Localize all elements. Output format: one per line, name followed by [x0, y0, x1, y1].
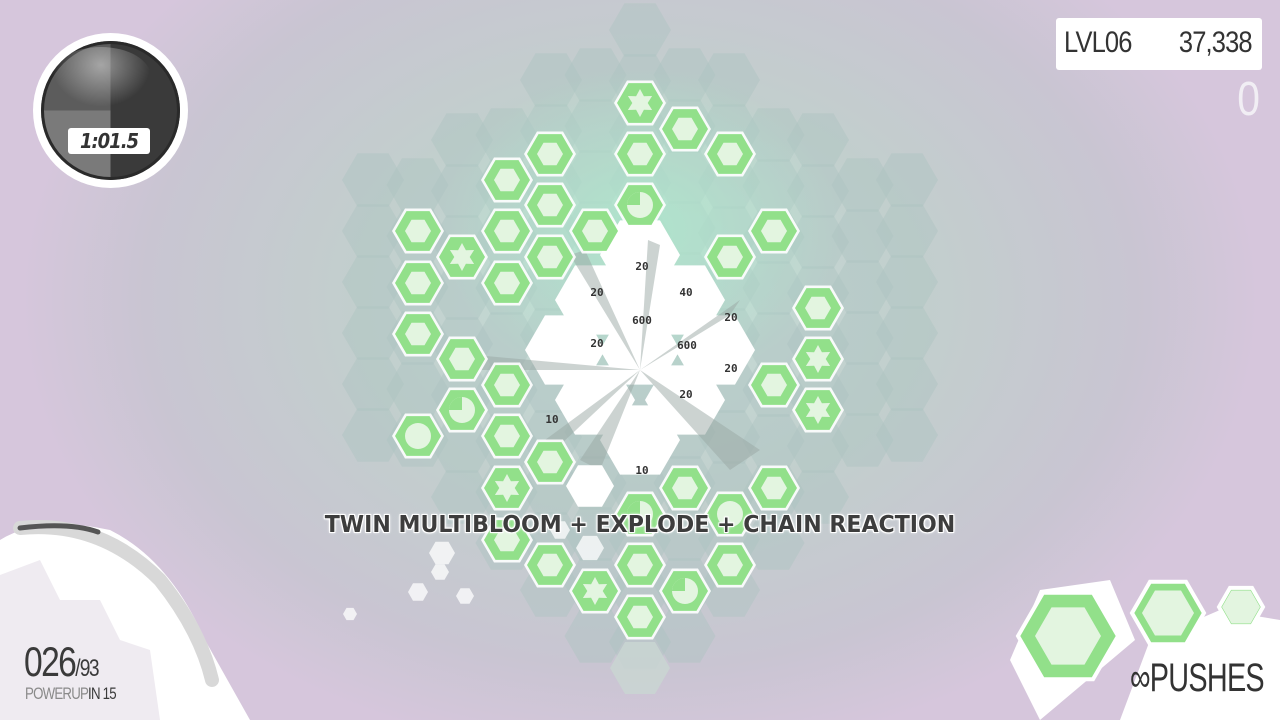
pushes-counter: ∞PUSHES: [1130, 656, 1265, 701]
score-popup: 20: [635, 260, 648, 273]
score-popup: 20: [724, 311, 737, 324]
score-popup: 20: [590, 337, 603, 350]
score-popup: 20: [724, 362, 737, 375]
debris-hex: [408, 583, 428, 601]
debris-hex: [431, 564, 449, 580]
tile-progress: 026/93: [24, 638, 100, 686]
queue-hex-tile: [1129, 579, 1207, 647]
debris-hex: [343, 607, 357, 621]
combo-banner: TWIN MULTIBLOOM + EXPLODE + CHAIN REACTI…: [324, 512, 956, 538]
score-popup: 600: [632, 314, 652, 327]
game-board[interactable]: 20 20 40 20 600 600 20 20 20 10 10: [0, 0, 1280, 720]
powerup-label: POWERUP: [25, 684, 89, 703]
powerup-countdown: POWERUPIN 15: [25, 684, 117, 704]
progress-current: 026: [24, 638, 77, 685]
pushes-label: PUSHES: [1149, 656, 1265, 700]
timer-readout: 1:01.5: [68, 128, 150, 154]
score-panel: LVL06 37,338: [1056, 18, 1262, 70]
infinity-icon: ∞: [1130, 656, 1151, 700]
progress-total: 93: [79, 655, 100, 682]
score-value: 37,338: [1179, 26, 1253, 59]
score-popup: 10: [635, 464, 648, 477]
combo-counter: 0: [1237, 73, 1260, 126]
debris-hex: [456, 588, 474, 604]
score-popup: 600: [677, 339, 697, 352]
score-popup: 20: [590, 286, 603, 299]
score-popup: 10: [545, 413, 558, 426]
level-label: LVL06: [1064, 26, 1132, 59]
powerup-remaining: IN 15: [88, 684, 117, 703]
queue-hex-tile: [1216, 585, 1266, 629]
timer-dial: 1:01.5: [33, 33, 188, 188]
board-cell: [609, 3, 671, 57]
debris-hex: [429, 541, 455, 565]
score-popup: 40: [679, 286, 692, 299]
score-popup: 20: [679, 388, 692, 401]
